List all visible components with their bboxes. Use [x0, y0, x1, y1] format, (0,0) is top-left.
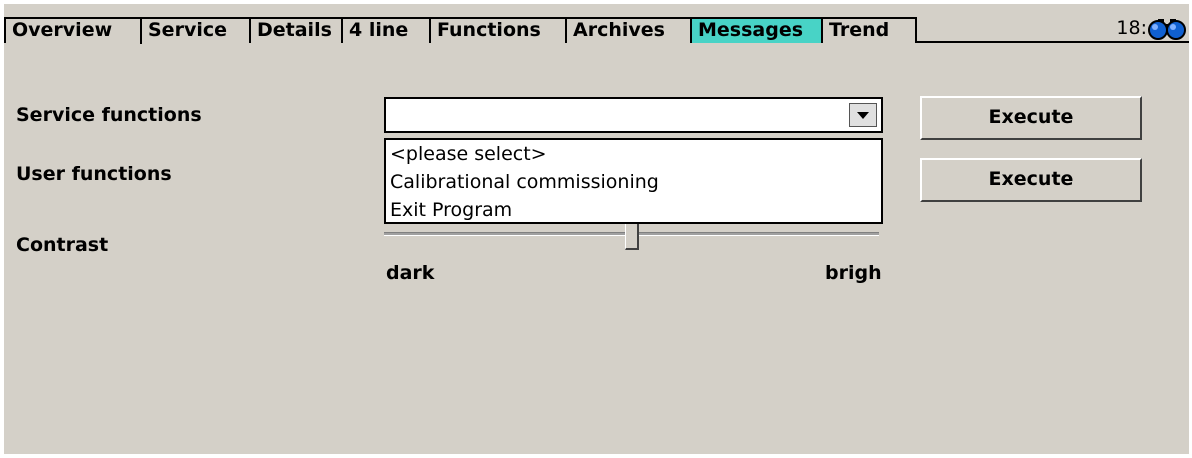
clock: 18:: [1116, 17, 1147, 39]
contrast-max-label: brigh: [825, 262, 882, 284]
tab-details[interactable]: Details: [249, 17, 341, 43]
user-functions-label: User functions: [16, 163, 172, 185]
tab-bar: Overview Service Details 4 line Function…: [4, 4, 1189, 44]
tab-service[interactable]: Service: [140, 17, 249, 44]
dropdown-button[interactable]: [849, 103, 877, 127]
service-functions-label: Service functions: [16, 104, 202, 126]
contrast-min-label: dark: [386, 262, 435, 284]
tab-trend[interactable]: Trend: [821, 17, 917, 43]
dropdown-option[interactable]: <please select>: [386, 140, 881, 168]
tab-messages[interactable]: Messages: [690, 17, 821, 43]
chevron-down-icon: [857, 112, 869, 119]
contrast-label: Contrast: [16, 234, 109, 256]
tab-functions[interactable]: Functions: [429, 17, 565, 43]
service-functions-dropdown-list: <please select> Calibrational commission…: [384, 138, 883, 224]
binocular-icon[interactable]: [1147, 16, 1187, 40]
service-screen: Overview Service Details 4 line Function…: [4, 4, 1189, 454]
dropdown-option[interactable]: Calibrational commissioning: [386, 168, 881, 196]
tab-overview[interactable]: Overview: [4, 17, 140, 43]
tab-4-line[interactable]: 4 line: [341, 17, 429, 43]
service-functions-select[interactable]: [384, 97, 883, 133]
service-execute-button[interactable]: Execute: [920, 96, 1142, 140]
dropdown-option[interactable]: Exit Program: [386, 196, 881, 224]
user-execute-button[interactable]: Execute: [920, 158, 1142, 202]
tab-archives[interactable]: Archives: [565, 17, 690, 43]
contrast-slider-thumb[interactable]: [624, 220, 639, 250]
